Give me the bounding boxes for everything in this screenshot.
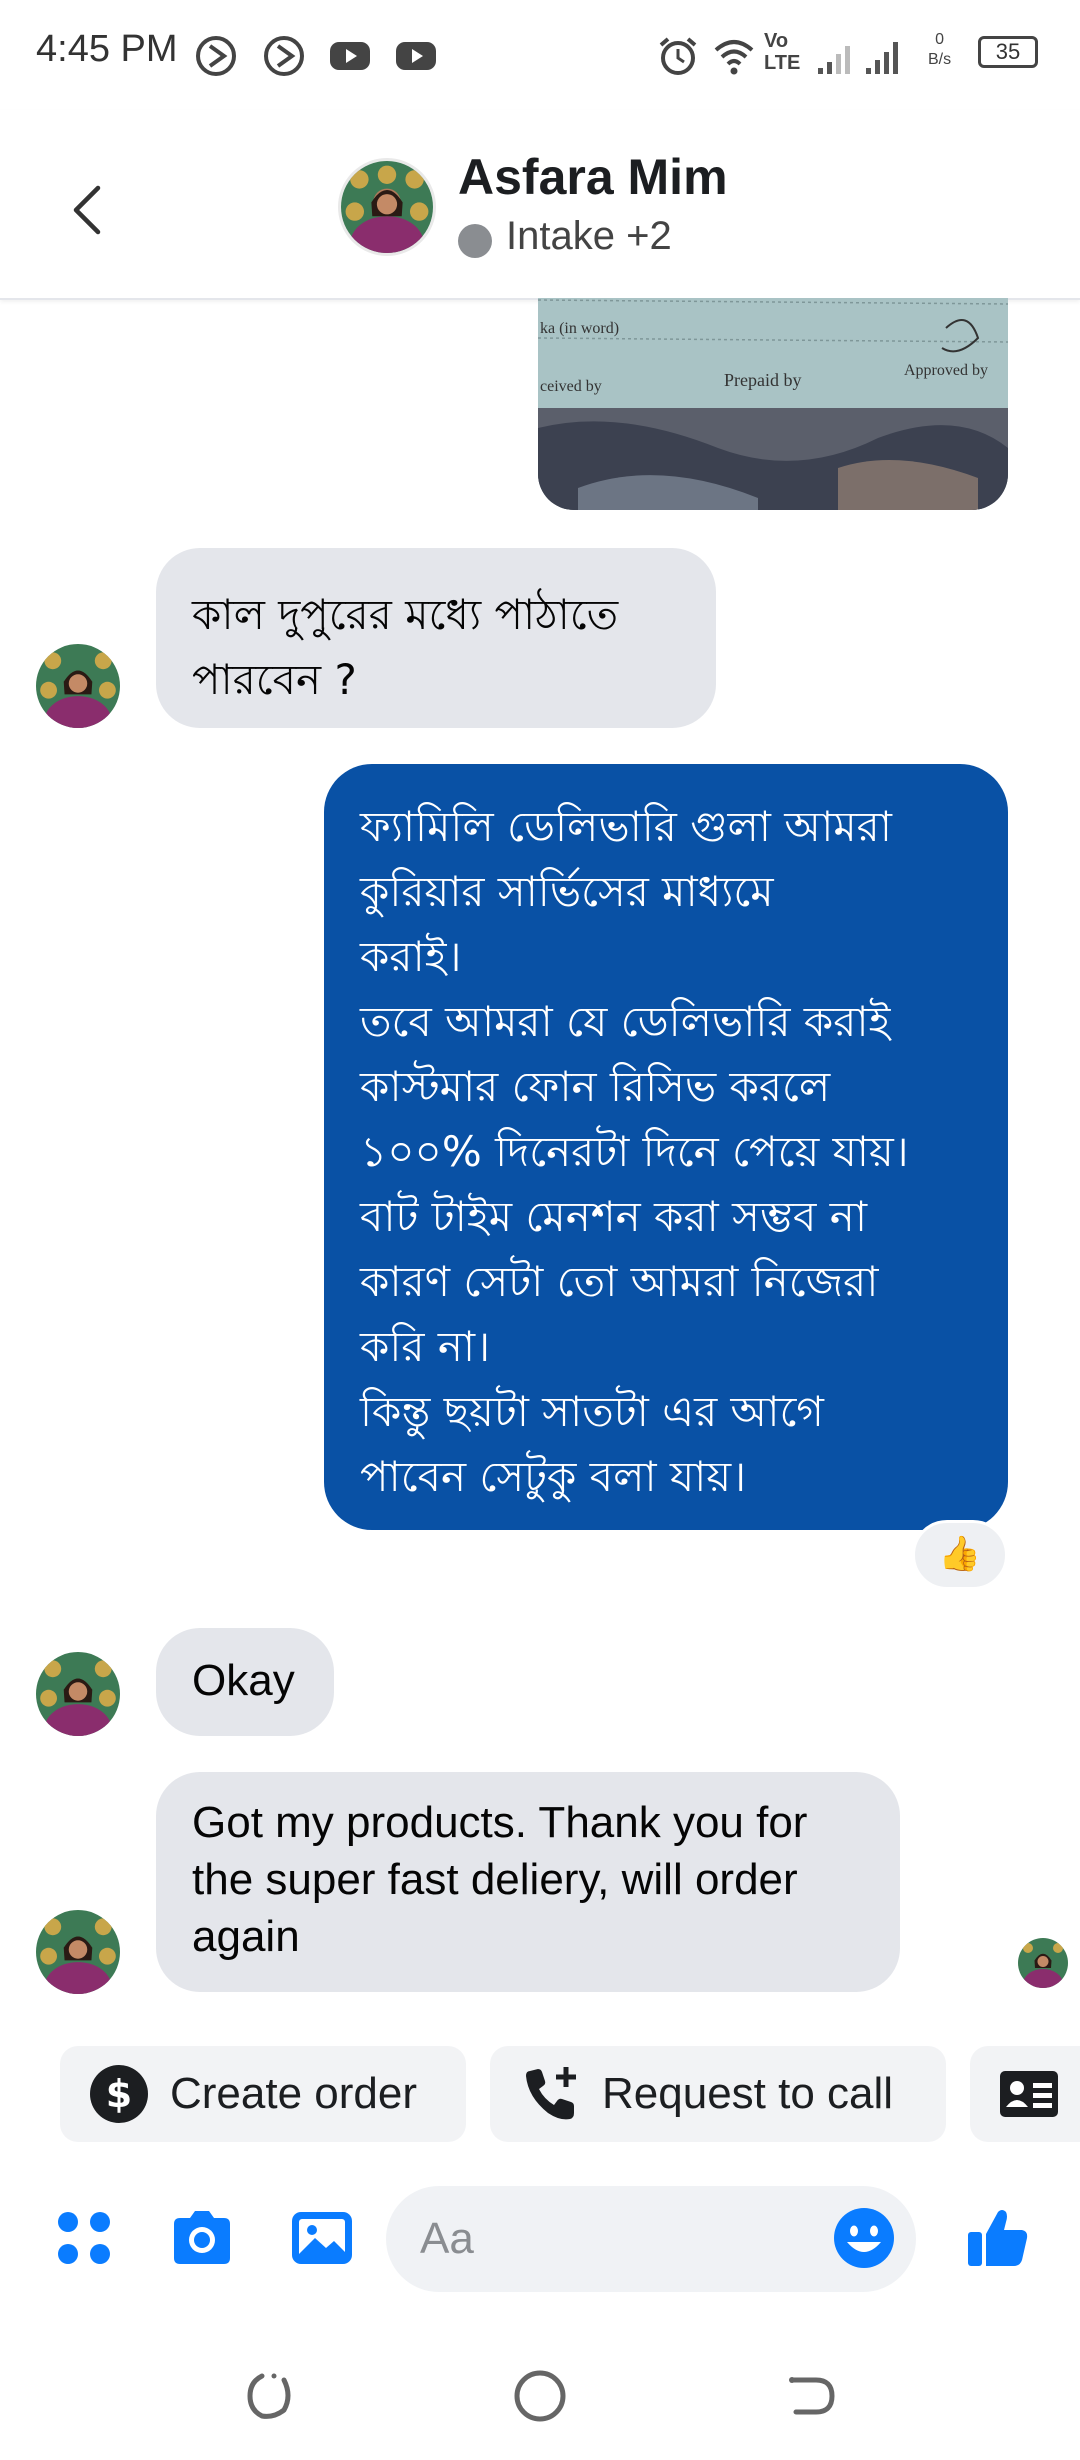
- signal-icon: [866, 42, 898, 74]
- back-arrow-icon[interactable]: [60, 170, 120, 250]
- request-to-call-button[interactable]: Request to call: [490, 2046, 946, 2142]
- youtube-icon: [330, 42, 370, 70]
- signal-icon: [818, 46, 850, 74]
- message-bubble-outgoing[interactable]: ফ্যামিলি ডেলিভারি গুলা আমরা কুরিয়ার সার…: [324, 764, 1008, 1530]
- status-time: 4:45 PM: [36, 28, 178, 70]
- volte-indicator: Vo LTE: [764, 30, 801, 74]
- contact-avatar[interactable]: [338, 158, 436, 256]
- media-notification-icon: [264, 36, 304, 76]
- create-order-label: Create order: [170, 2069, 418, 2118]
- message-bubble-incoming[interactable]: Got my products. Thank you for the super…: [156, 1772, 900, 1992]
- thumbs-up-reaction[interactable]: 👍: [912, 1520, 1008, 1590]
- network-speed: 0 B/s: [928, 31, 952, 68]
- status-bar: 4:45 PM Vo LTE 0 B/s 35: [0, 0, 1080, 110]
- seen-indicator-avatar: [1018, 1938, 1068, 1988]
- receipt-text-approved: Approved by: [904, 362, 988, 379]
- receipt-text-received: ceived by: [540, 378, 602, 395]
- sender-avatar[interactable]: [36, 1910, 120, 1994]
- conversation-header: Asfara Mim Intake +2: [0, 110, 1080, 300]
- sender-avatar[interactable]: [36, 644, 120, 728]
- presence-dot: [458, 224, 492, 258]
- battery-icon: 35: [978, 36, 1038, 68]
- contact-card-button[interactable]: [970, 2046, 1080, 2142]
- camera-icon[interactable]: [168, 2204, 236, 2272]
- message-bubble-incoming[interactable]: Okay: [156, 1628, 334, 1736]
- like-icon[interactable]: [964, 2204, 1032, 2272]
- media-notification-icon: [196, 36, 236, 76]
- alarm-icon: [659, 37, 697, 75]
- request-to-call-label: Request to call: [602, 2069, 894, 2118]
- receipt-text-prepaid: Prepaid by: [724, 370, 802, 390]
- phone-add-icon: [526, 2067, 576, 2120]
- contact-card-icon: [1000, 2071, 1058, 2117]
- contact-subtitle: Intake +2: [506, 214, 672, 258]
- contact-name[interactable]: Asfara Mim: [458, 148, 728, 206]
- home-icon[interactable]: [510, 2366, 570, 2426]
- message-bubble-incoming[interactable]: কাল দুপুরের মধ্যে পাঠাতে পারবেন ?: [156, 548, 716, 728]
- dollar-icon: $: [90, 2065, 148, 2123]
- photo-attachment[interactable]: ka (in word) ceived by Prepaid by Approv…: [538, 298, 1008, 510]
- gallery-icon[interactable]: [288, 2204, 356, 2272]
- sender-avatar[interactable]: [36, 1652, 120, 1736]
- recents-icon[interactable]: [240, 2366, 300, 2426]
- back-nav-icon[interactable]: [780, 2366, 840, 2426]
- emoji-icon[interactable]: [830, 2204, 898, 2272]
- wifi-icon: [714, 40, 754, 75]
- receipt-text-amount: ka (in word): [540, 320, 620, 337]
- create-order-button[interactable]: $ Create order: [60, 2046, 466, 2142]
- youtube-icon: [396, 42, 436, 70]
- svg-text:$: $: [106, 2072, 132, 2116]
- apps-menu-icon[interactable]: [50, 2204, 118, 2272]
